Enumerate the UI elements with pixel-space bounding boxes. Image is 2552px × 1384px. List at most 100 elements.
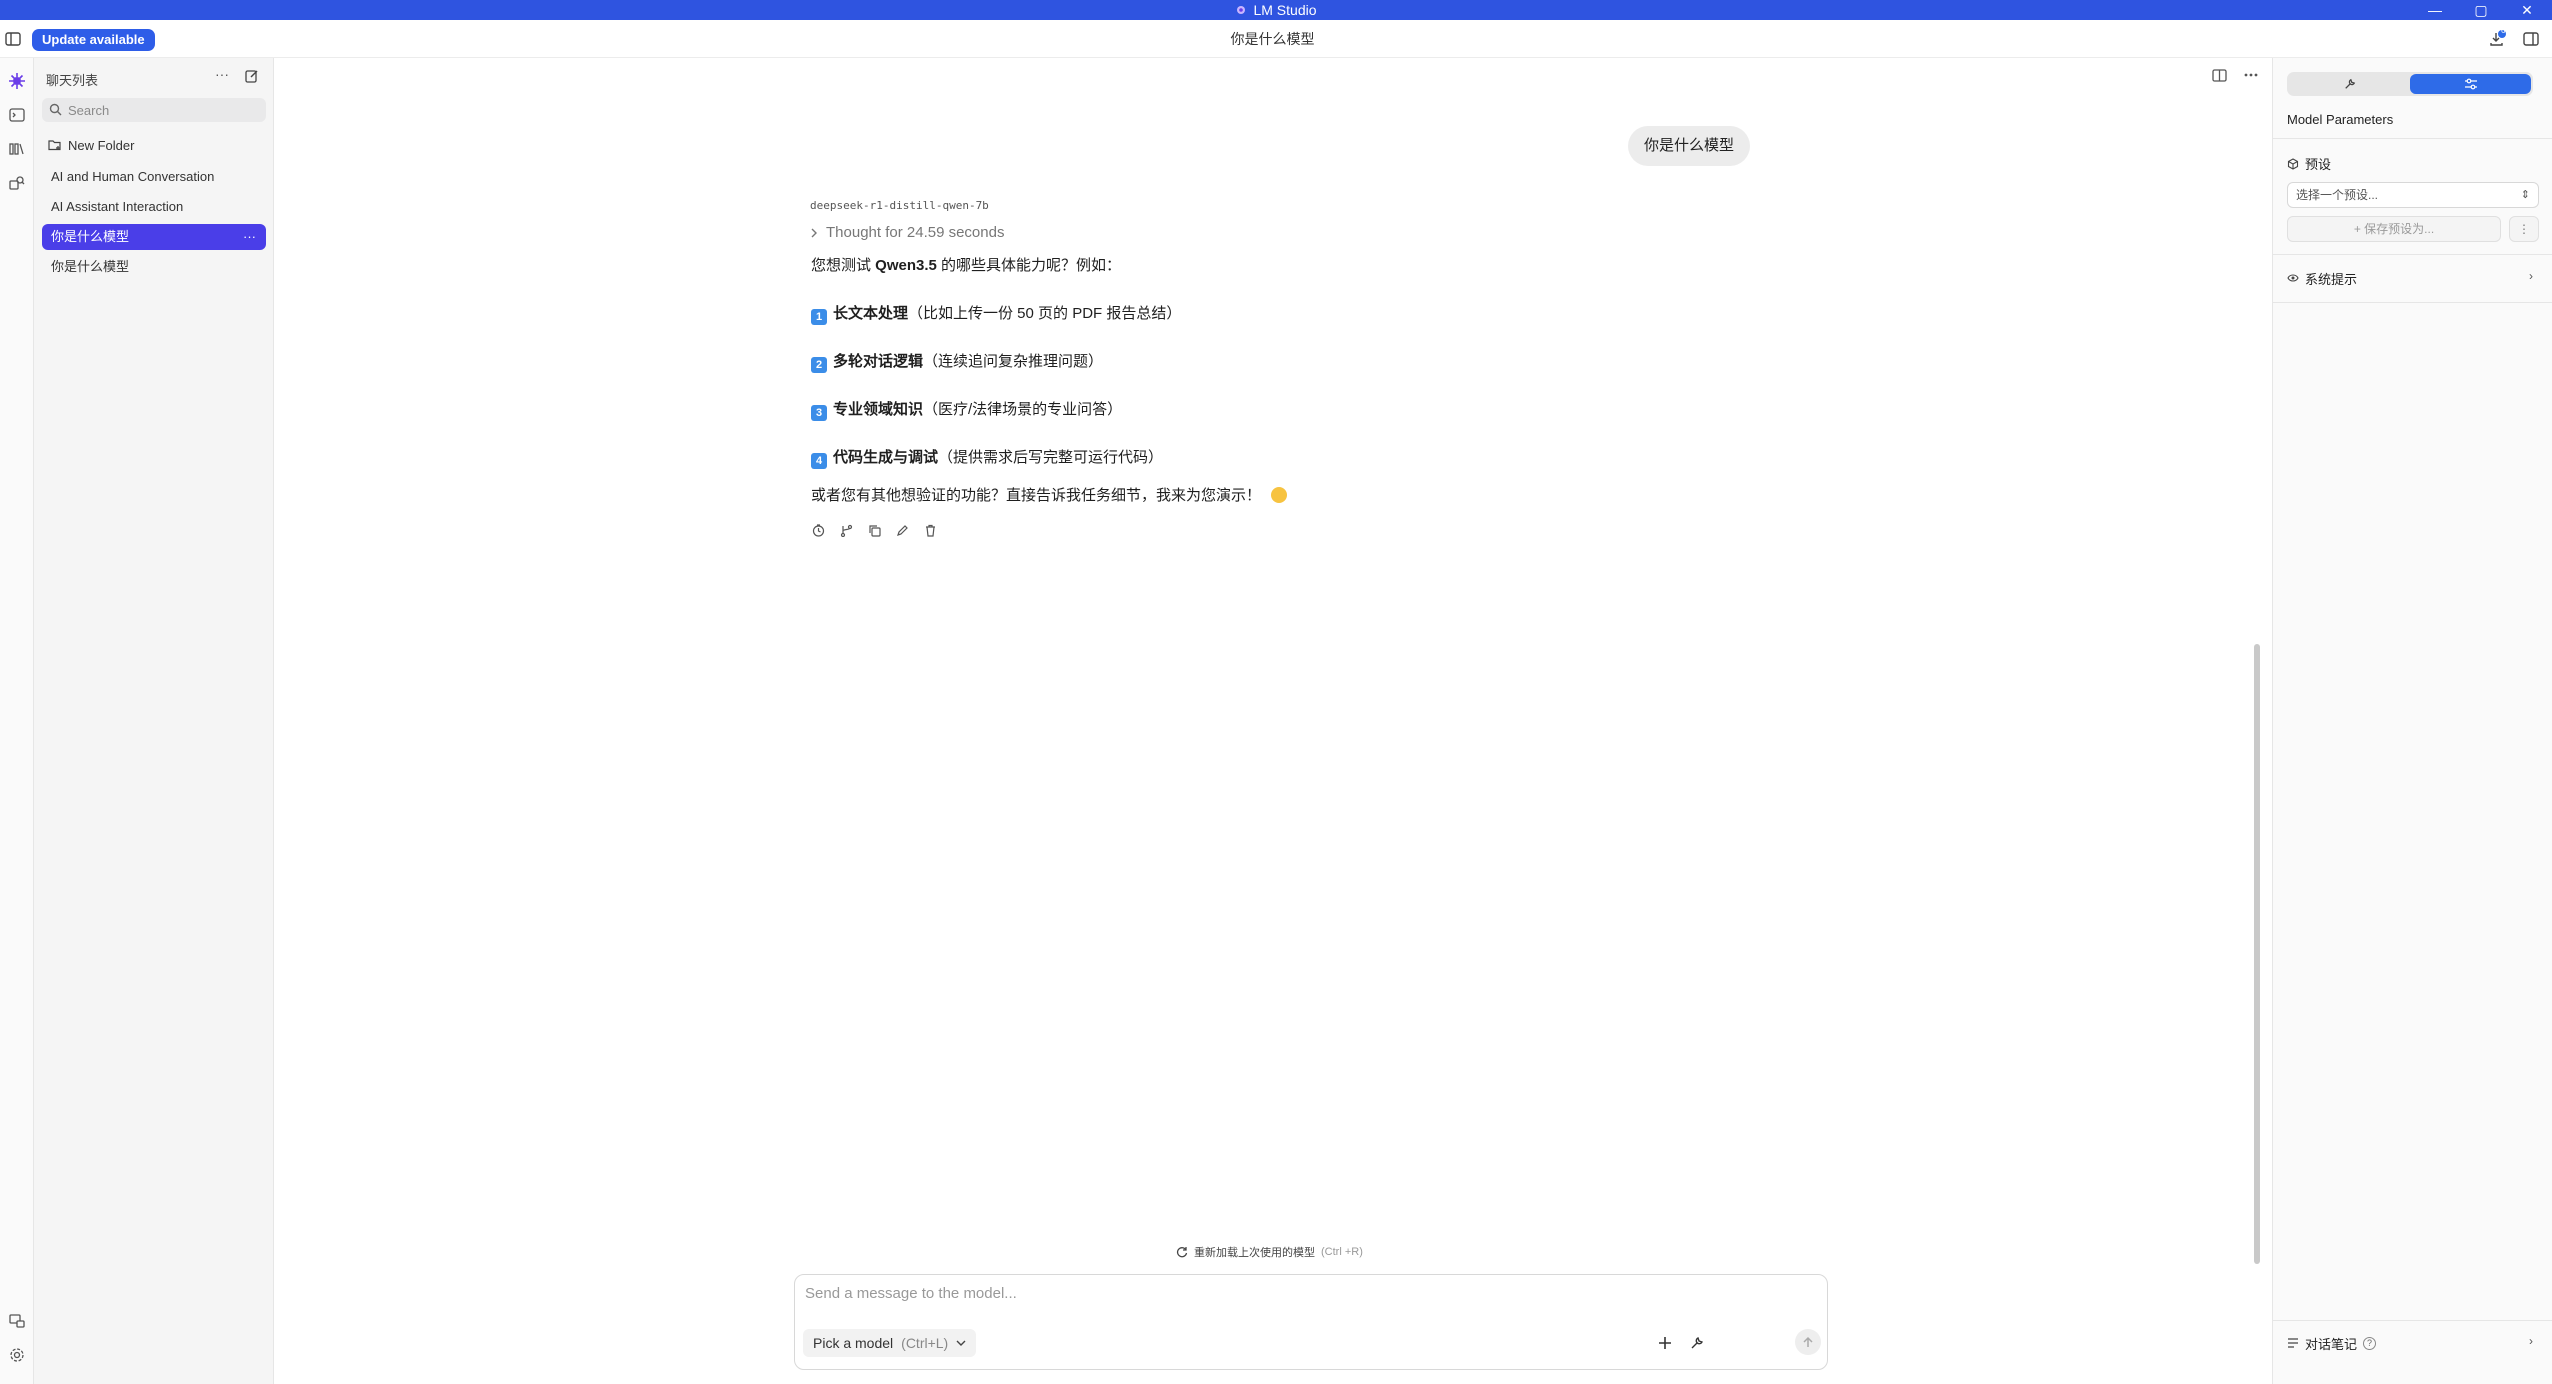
downloads-icon[interactable]: 6: [2486, 26, 2508, 50]
chat-list-item[interactable]: AI Assistant Interaction: [42, 194, 266, 220]
edit-pencil-icon[interactable]: [894, 522, 910, 538]
chevron-down-icon: [956, 1340, 966, 1346]
list-item-title: 多轮对话逻辑: [833, 353, 924, 370]
delete-trash-icon[interactable]: [922, 522, 938, 538]
list-item-title: 代码生成与调试: [833, 449, 939, 466]
chat-list-sidebar: 聊天列表 ··· New Folder AI and Human Convers…: [34, 58, 274, 1384]
send-button[interactable]: [1795, 1329, 1821, 1355]
tab-model-parameters[interactable]: [2410, 74, 2531, 94]
answer-intro: 您想测试 Qwen3.5 的哪些具体能力呢？例如：: [811, 254, 1121, 275]
new-folder-button[interactable]: New Folder: [48, 134, 134, 156]
intro-suffix: 的哪些具体能力呢？例如：: [936, 257, 1122, 274]
copy-icon[interactable]: [866, 522, 882, 538]
folder-plus-icon: [48, 140, 61, 151]
save-preset-button[interactable]: + 保存预设为...: [2287, 216, 2501, 242]
eye-icon: [2287, 274, 2299, 282]
preset-section-label: 预设: [2305, 157, 2332, 172]
preset-select-value: 选择一个预设...: [2296, 188, 2379, 202]
preset-section-heading: 预设: [2287, 154, 2331, 173]
maximize-button[interactable]: ▢: [2458, 0, 2504, 20]
chat-list-item[interactable]: 你是什么模型: [42, 254, 266, 280]
settings-gear-icon[interactable]: [4, 1342, 30, 1368]
chat-list-item[interactable]: AI and Human Conversation: [42, 164, 266, 190]
chat-list-item-active[interactable]: 你是什么模型 ···: [42, 224, 266, 250]
divider: [2273, 254, 2552, 255]
preset-select[interactable]: 选择一个预设... ⇕: [2287, 182, 2539, 208]
system-prompt-row[interactable]: 系统提示 ›: [2287, 266, 2539, 290]
reload-last-model-button[interactable]: 重新加载上次使用的模型 (Ctrl +R): [1176, 1244, 1363, 1260]
message-composer: Pick a model (Ctrl+L): [794, 1274, 1828, 1370]
attach-plus-button[interactable]: [1653, 1331, 1677, 1355]
chevron-right-icon: ›: [2529, 269, 2533, 283]
save-preset-more-button[interactable]: ⋮: [2509, 216, 2539, 242]
keycap-number-icon: 1: [811, 309, 827, 325]
models-nav-icon[interactable]: [4, 136, 30, 162]
toggle-sidebar-icon[interactable]: [2, 28, 24, 50]
reload-shortcut: (Ctrl +R): [1321, 1246, 1363, 1258]
discover-nav-icon[interactable]: [4, 170, 30, 196]
keycap-number-icon: 4: [811, 453, 827, 469]
intro-prefix: 您想测试: [811, 257, 876, 274]
right-panel: Model Parameters 预设 选择一个预设... ⇕ + 保存预设为.…: [2272, 58, 2552, 1384]
tools-button[interactable]: [1685, 1331, 1709, 1355]
developer-nav-icon[interactable]: [4, 1308, 30, 1334]
update-available-button[interactable]: Update available: [32, 29, 155, 51]
tab-tools[interactable]: [2289, 74, 2410, 94]
wrench-icon: [1691, 1337, 1703, 1349]
list-item-detail: （连续追问复杂推理问题）: [923, 353, 1104, 370]
chat-area: 你是什么模型 deepseek-r1-distill-qwen-7b Thoug…: [274, 58, 2272, 1384]
keycap-number-icon: 2: [811, 357, 827, 373]
nav-rail: [0, 58, 34, 1384]
help-circle-icon[interactable]: ?: [2363, 1336, 2377, 1350]
smile-emoji-icon: [1271, 487, 1288, 503]
chat-list-item-label: 你是什么模型: [51, 229, 130, 244]
chat-title: 你是什么模型: [1230, 31, 1315, 47]
chat-nav-icon[interactable]: [4, 68, 30, 94]
divider: [2273, 138, 2552, 139]
search-input[interactable]: [68, 98, 258, 122]
list-item: 1 长文本处理（比如上传一份 50 页的 PDF 报告总结）: [811, 302, 1181, 325]
chat-list-more-button[interactable]: ···: [212, 66, 232, 86]
toggle-right-panel-icon[interactable]: [2520, 28, 2542, 50]
pick-model-shortcut: (Ctrl+L): [901, 1335, 949, 1351]
lm-studio-logo-icon: [1237, 6, 1246, 14]
stats-timer-icon[interactable]: [810, 522, 826, 538]
chat-item-menu-button[interactable]: ···: [243, 224, 256, 250]
answer-closing: 或者您有其他想验证的功能？直接告诉我任务细节，我来为您演示！: [811, 484, 1288, 505]
user-message: 你是什么模型: [1628, 126, 1751, 166]
wrench-icon: [2344, 78, 2355, 89]
list-item: 2 多轮对话逻辑（连续追问复杂推理问题）: [811, 350, 1103, 373]
app-title: LM Studio: [1253, 2, 1317, 18]
keycap-number-icon: 3: [811, 405, 827, 421]
split-view-icon[interactable]: [2208, 64, 2230, 86]
system-prompt-label: 系统提示: [2305, 271, 2358, 287]
arrow-up-icon: [1803, 1336, 1813, 1347]
search-box: [42, 98, 266, 122]
chat-scrollbar[interactable]: [2254, 644, 2260, 1264]
thought-toggle[interactable]: Thought for 24.59 seconds: [810, 224, 1004, 241]
branch-icon[interactable]: [838, 522, 854, 538]
closing-text: 或者您有其他想验证的功能？直接告诉我任务细节，我来为您演示！: [811, 487, 1262, 504]
list-item: 3 专业领域知识（医疗/法律场景的专业问答）: [811, 398, 1122, 421]
pick-model-button[interactable]: Pick a model (Ctrl+L): [803, 1329, 977, 1357]
sliders-icon: [2464, 78, 2477, 90]
chat-list-item-label: AI and Human Conversation: [51, 169, 215, 184]
chat-list-heading: 聊天列表: [46, 73, 99, 88]
intro-model: Qwen3.5: [875, 257, 937, 274]
new-chat-button[interactable]: [242, 66, 262, 86]
chat-list-item-label: AI Assistant Interaction: [51, 199, 184, 214]
chat-list-item-label: 你是什么模型: [51, 259, 130, 274]
list-item: 4 代码生成与调试（提供需求后写完整可运行代码）: [811, 446, 1163, 469]
close-window-button[interactable]: ✕: [2504, 0, 2550, 20]
panel-segmented-control: [2287, 72, 2533, 96]
assistant-model-name: deepseek-r1-distill-qwen-7b: [810, 199, 989, 212]
pick-model-label: Pick a model: [813, 1335, 894, 1351]
minimize-button[interactable]: —: [2412, 0, 2458, 20]
chat-more-icon[interactable]: [2240, 64, 2262, 86]
message-input[interactable]: [805, 1285, 1815, 1315]
conversation-notes-row[interactable]: 对话笔记 ? ›: [2287, 1330, 2543, 1356]
chevron-right-icon: [811, 228, 817, 237]
list-item-detail: （比如上传一份 50 页的 PDF 报告总结）: [908, 305, 1182, 322]
terminal-nav-icon[interactable]: [4, 102, 30, 128]
reload-icon: [1176, 1247, 1188, 1258]
